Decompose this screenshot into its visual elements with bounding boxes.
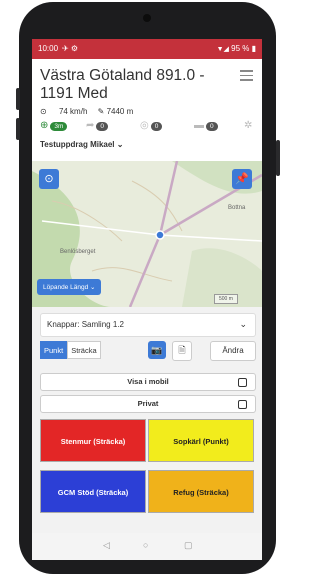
place-label: Benlösberget: [60, 249, 96, 255]
feature-button[interactable]: Sopkärl (Punkt): [148, 419, 254, 462]
collector-select[interactable]: Testuppdrag Mikael ⌄: [40, 140, 123, 149]
speed-icon: ⊙: [40, 107, 47, 116]
status-time: 10:00: [38, 44, 59, 53]
battery-icon: ▼◢ 95 % ▮: [216, 44, 256, 53]
map-scale: 500 m: [214, 294, 238, 304]
count-badge: 0: [150, 121, 163, 131]
volume-button: [16, 88, 20, 110]
counter-point[interactable]: ➦ 0: [86, 120, 109, 131]
checkbox[interactable]: [238, 400, 247, 409]
gps-icon: ⊕: [40, 120, 49, 131]
pin-icon[interactable]: 📌: [232, 169, 252, 189]
chevron-down-icon: ⌄: [239, 319, 247, 329]
mode-line-button[interactable]: Sträcka: [67, 341, 101, 359]
settings-icon[interactable]: ✲: [244, 121, 252, 131]
power-button: [276, 140, 280, 176]
gps-status[interactable]: ⊕ 3m: [40, 120, 68, 131]
chevron-down-icon: ⌄: [90, 284, 96, 291]
system-nav-bar: ◁ ○ ▢: [32, 533, 262, 560]
button-set-label: Knappar: Samling 1.2: [47, 320, 124, 329]
count-badge: 0: [96, 121, 109, 131]
distance-icon: ✎: [97, 107, 105, 116]
feature-button[interactable]: Stenmur (Sträcka): [40, 419, 146, 462]
checkbox[interactable]: [238, 378, 247, 387]
count-badge: 0: [206, 121, 218, 131]
edit-button[interactable]: Ändra: [210, 341, 256, 361]
trip-info: ⊙ 74 km/h ✎ 7440 m: [40, 107, 133, 116]
counter-line[interactable]: ◎ 0: [140, 120, 163, 131]
page-title: Västra Götaland 891.0 - 1191 Med: [40, 67, 205, 102]
distance-value: 7440 m: [106, 107, 134, 116]
button-set-select[interactable]: Knappar: Samling 1.2 ⌄: [40, 313, 256, 337]
page-header: Västra Götaland 891.0 - 1191 Med ⊙ 74 km…: [32, 59, 262, 161]
toggle-label: Visa i mobil: [127, 377, 169, 386]
locate-icon[interactable]: ⊙: [39, 169, 59, 189]
feature-button[interactable]: GCM Stöd (Sträcka): [40, 470, 146, 513]
document-icon[interactable]: 🗎: [172, 341, 192, 361]
distance-mode-label: Löpande Längd: [43, 284, 89, 291]
show-in-mobile-toggle[interactable]: Visa i mobil: [40, 373, 256, 391]
map-view[interactable]: Benlösberget Bottna ⊙ 📌 Löpande Längd ⌄ …: [32, 161, 262, 307]
target-icon: ◎: [140, 120, 149, 131]
distance-mode-button[interactable]: Löpande Längd ⌄: [37, 279, 102, 295]
speed-value: 74 km/h: [58, 107, 88, 116]
status-icons: ✈ ⚙: [62, 44, 79, 53]
mode-toggle: Punkt Sträcka: [40, 341, 101, 359]
front-camera: [143, 14, 151, 22]
toggle-label: Privat: [137, 399, 159, 408]
feature-button[interactable]: Refug (Sträcka): [148, 470, 254, 513]
recents-icon[interactable]: ▢: [184, 540, 193, 551]
battery-level: 95 %: [231, 44, 250, 53]
back-icon[interactable]: ◁: [103, 540, 110, 551]
accuracy-badge: 3m: [50, 121, 68, 131]
volume-button: [16, 118, 20, 140]
share-icon: ➦: [86, 120, 95, 131]
private-toggle[interactable]: Privat: [40, 395, 256, 413]
message-icon: ▬: [194, 120, 204, 131]
counter-messages[interactable]: ▬ 0: [194, 121, 218, 131]
mode-point-button[interactable]: Punkt: [40, 341, 68, 359]
menu-icon[interactable]: [240, 70, 253, 81]
signal-icon: ▼◢: [216, 46, 229, 53]
phone-screen: 10:00 ✈ ⚙ ▼◢ 95 % ▮ Västra Götaland 891.…: [32, 39, 262, 560]
home-icon[interactable]: ○: [143, 540, 148, 550]
status-icons-row: ⊕ 3m ➦ 0 ◎ 0 ▬ 0 ✲: [40, 121, 254, 133]
status-bar: 10:00 ✈ ⚙ ▼◢ 95 % ▮: [32, 39, 262, 59]
collector-label: Testuppdrag Mikael: [40, 140, 115, 149]
chevron-down-icon: ⌄: [116, 140, 124, 149]
camera-icon[interactable]: 📷: [148, 341, 166, 359]
place-label: Bottna: [228, 205, 246, 211]
